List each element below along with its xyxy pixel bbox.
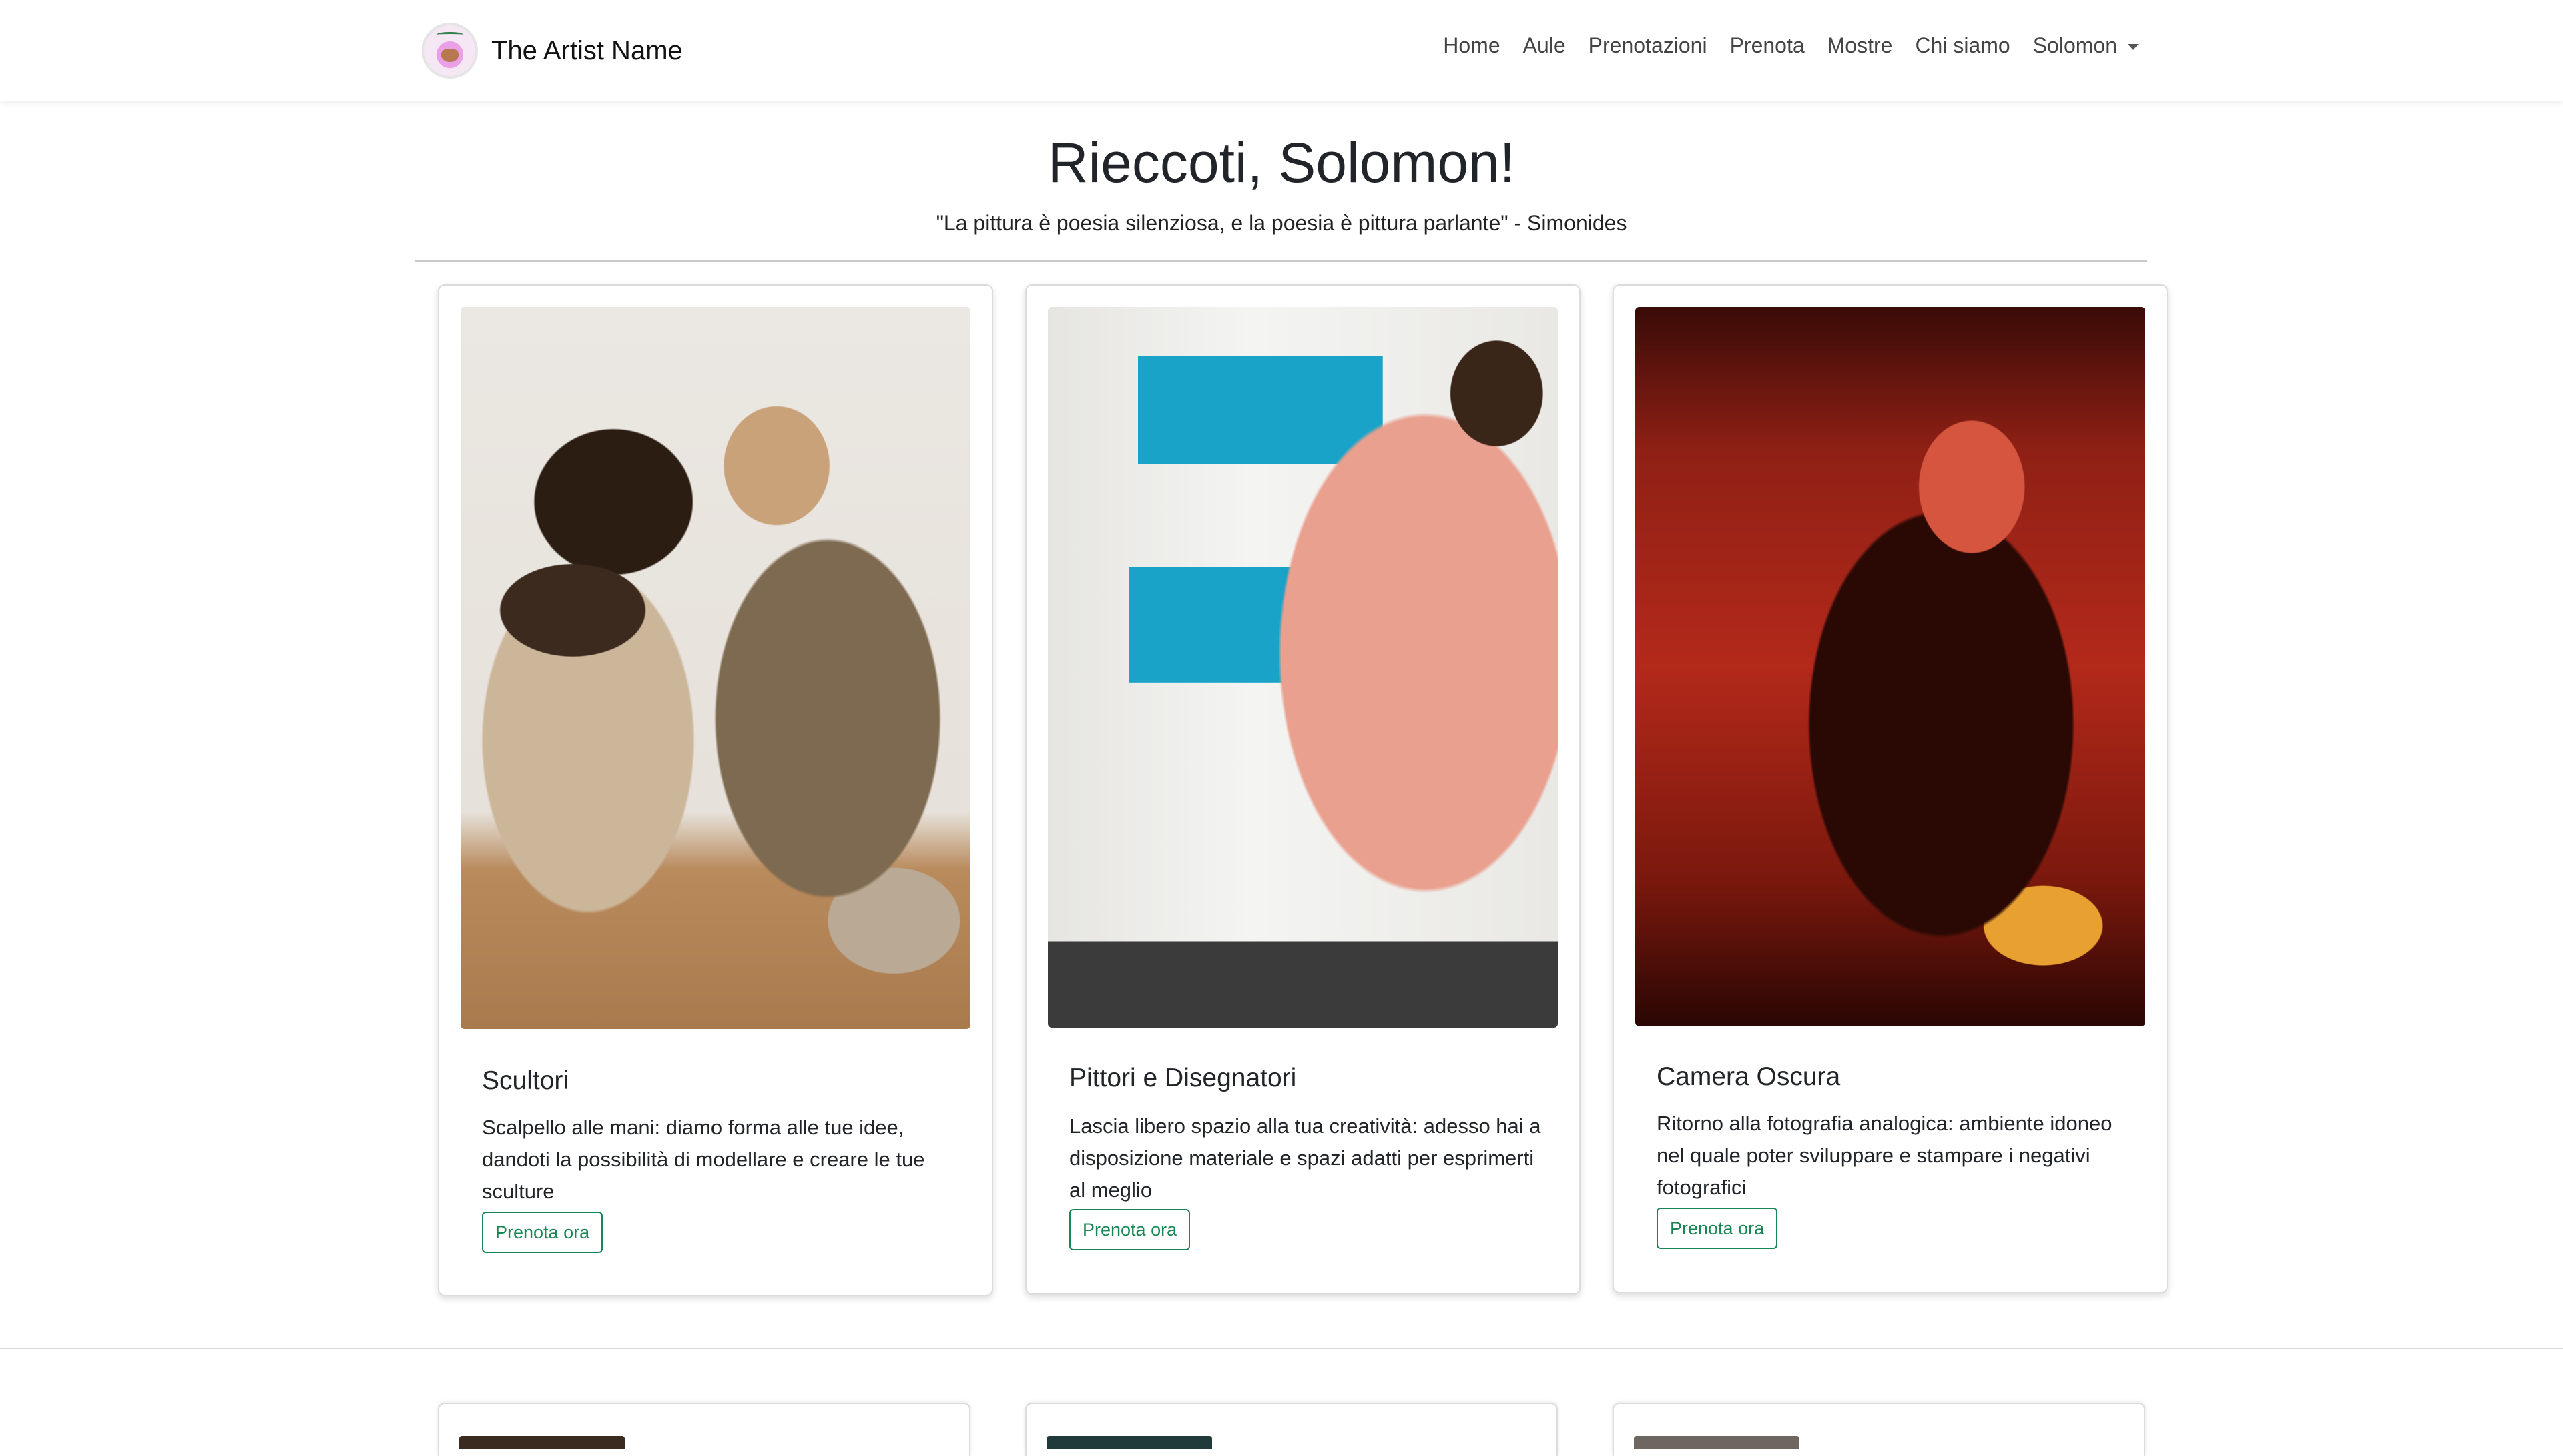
user-menu-label: Solomon <box>2032 33 2117 57</box>
page-title: Rieccoti, Solomon! <box>1047 131 1516 194</box>
nav-prenotazioni[interactable]: Prenotazioni <box>1589 33 1707 58</box>
card-peek-1 <box>438 1403 970 1456</box>
user-menu-dropdown[interactable]: Solomon <box>2033 33 2139 58</box>
card-title: Camera Oscura <box>1657 1062 1841 1091</box>
caret-down-icon <box>2128 44 2139 50</box>
brand-name: The Artist Name <box>491 35 683 65</box>
card-image-scultori <box>461 307 970 1029</box>
card-peek-image <box>1634 1436 1799 1449</box>
card-scultori: Scultori Scalpello alle mani: diamo form… <box>438 284 993 1296</box>
card-peek-3 <box>1613 1403 2145 1456</box>
brand-logo-icon <box>422 23 478 79</box>
nav-chi-siamo[interactable]: Chi siamo <box>1915 33 2010 58</box>
card-text: Lascia libero spazio alla tua creatività… <box>1069 1114 1541 1202</box>
prenota-ora-button[interactable]: Prenota ora <box>482 1212 603 1253</box>
card-text: Ritorno alla fotografia analogica: ambie… <box>1657 1112 2112 1199</box>
section-divider <box>0 1348 2563 1349</box>
card-image-pittori <box>1048 307 1558 1028</box>
card-image-camera-oscura <box>1635 307 2145 1026</box>
card-peek-image <box>1047 1436 1212 1449</box>
card-camera-oscura: Camera Oscura Ritorno alla fotografia an… <box>1613 284 2168 1293</box>
main-nav: Home Aule Prenotazioni Prenota Mostre Ch… <box>1443 33 2139 58</box>
prenota-ora-button[interactable]: Prenota ora <box>1657 1208 1778 1249</box>
hero-quote: "La pittura è poesia silenziosa, e la po… <box>936 211 1627 235</box>
prenota-ora-button[interactable]: Prenota ora <box>1069 1209 1191 1250</box>
nav-home[interactable]: Home <box>1443 33 1500 58</box>
card-text: Scalpello alle mani: diamo forma alle tu… <box>482 1116 925 1203</box>
nav-prenota[interactable]: Prenota <box>1730 33 1805 58</box>
brand-link[interactable]: The Artist Name <box>422 23 683 79</box>
card-title: Pittori e Disegnatori <box>1069 1064 1297 1092</box>
card-title: Scultori <box>482 1066 569 1095</box>
card-pittori: Pittori e Disegnatori Lascia libero spaz… <box>1025 284 1581 1295</box>
nav-aule[interactable]: Aule <box>1523 33 1566 58</box>
hero-divider <box>415 260 2147 262</box>
card-peek-image <box>459 1436 625 1449</box>
nav-mostre[interactable]: Mostre <box>1827 33 1893 58</box>
card-peek-2 <box>1025 1403 1558 1456</box>
top-navbar: The Artist Name Home Aule Prenotazioni P… <box>0 0 2563 101</box>
